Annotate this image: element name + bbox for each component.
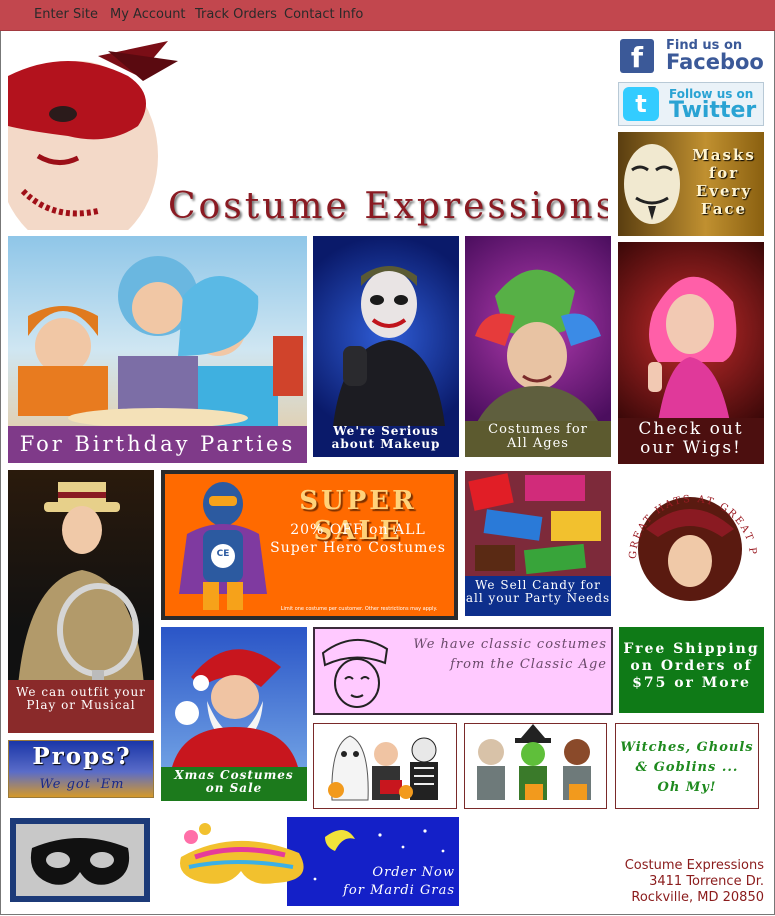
sale-badge-text: CE — [216, 549, 230, 559]
wigs-line2: our Wigs! — [640, 437, 742, 458]
props-title: Props? — [32, 743, 132, 770]
twitter-line2: Twitter — [669, 98, 757, 123]
nav-track-orders[interactable]: Track Orders — [195, 7, 277, 22]
halloween-kids-image-2 — [477, 724, 591, 800]
witches-tile[interactable]: Witches, Ghouls & Goblins ... Oh My! — [615, 723, 759, 809]
clown-woman-image — [475, 269, 601, 426]
shipping-line3: $75 or More — [632, 675, 751, 691]
masquerade-mask-icon — [30, 838, 130, 885]
address-street: 3411 Torrence Dr. — [649, 874, 764, 889]
santa-image — [171, 649, 299, 771]
props-tile[interactable]: Props? We got 'Em — [8, 740, 154, 798]
birthday-caption: For Birthday Parties — [8, 426, 307, 463]
hats-badge: GREAT HATS AT GREAT PRICES — [618, 471, 756, 601]
family-party-image — [18, 256, 303, 426]
store-address: Costume Expressions 3411 Torrence Dr. Ro… — [560, 858, 764, 906]
barbershop-actor-image — [18, 482, 144, 686]
wigs-line1: Check out — [638, 419, 744, 439]
shipping-line1: Free Shipping — [623, 641, 760, 657]
facebook-button[interactable]: f Find us on Facebook — [618, 36, 764, 76]
joker-boy-image — [333, 266, 445, 426]
classic-costumes-tile[interactable]: We have classic costumes from the Classi… — [313, 627, 613, 715]
masks-caption: Masks for Every Face — [692, 146, 756, 218]
sale-fine-print: Limit one costume per customer. Other re… — [280, 606, 438, 612]
superhero-mascot-icon — [179, 482, 267, 610]
sale-line1: 20% OFF on ALL — [290, 522, 426, 538]
makeup-line2: about Makeup — [331, 436, 441, 451]
mardi-line1: Order Now — [372, 865, 455, 880]
page: Enter Site My Account Track Orders Conta… — [0, 0, 775, 916]
nav-my-account[interactable]: My Account — [110, 7, 186, 22]
address-name: Costume Expressions — [624, 858, 764, 873]
candy-pile-image — [465, 471, 611, 579]
xmas-tile[interactable]: Xmas Costumes on Sale — [161, 627, 307, 801]
facebook-icon: f — [620, 39, 654, 74]
wigs-caption: Check out our Wigs! — [618, 418, 764, 464]
free-shipping-tile[interactable]: Free Shipping on Orders of $75 or More — [619, 627, 764, 713]
twitter-icon: t — [623, 87, 659, 121]
all-ages-tile[interactable]: Costumes for All Ages — [465, 236, 611, 457]
halloween-kids-image-1 — [328, 735, 438, 801]
great-hats-tile[interactable]: GREAT HATS AT GREAT PRICES — [618, 471, 764, 616]
candy-caption: We Sell Candy for all your Party Needs — [465, 576, 611, 616]
nav-contact-info[interactable]: Contact Info — [284, 7, 363, 22]
classic-line2: from the Classic Age — [450, 657, 607, 672]
mardi-gras-tile[interactable]: Order Now for Mardi Gras — [175, 817, 459, 906]
classic-line1: We have classic costumes — [413, 637, 607, 652]
black-mask-tile[interactable] — [10, 818, 150, 902]
play-line2: Play or Musical — [26, 698, 136, 713]
candy-tile[interactable]: We Sell Candy for all your Party Needs — [465, 471, 611, 616]
all-ages-line2: All Ages — [507, 436, 569, 452]
witches-line1: Witches, Ghouls — [620, 740, 754, 755]
shipping-line2: on Orders of — [630, 658, 753, 674]
top-nav-bar: Enter Site My Account Track Orders Conta… — [0, 0, 775, 31]
props-subtitle: We got 'Em — [39, 777, 125, 792]
super-sale-banner[interactable]: CE SUPER SALE 20% OFF on ALL Super Hero … — [161, 470, 458, 620]
makeup-line1: We're Serious — [333, 423, 439, 438]
all-ages-line1: Costumes for — [488, 422, 588, 437]
masks-tile[interactable]: Masks for Every Face — [618, 132, 764, 236]
guy-fawkes-mask-icon — [624, 144, 680, 224]
all-ages-caption: Costumes for All Ages — [465, 421, 611, 457]
nav-enter-site[interactable]: Enter Site — [34, 7, 98, 22]
xmas-caption: Xmas Costumes on Sale — [161, 767, 307, 801]
candy-line2: all your Party Needs — [465, 591, 611, 606]
halloween-kids-tile-1[interactable] — [313, 723, 457, 809]
witches-line3: Oh My! — [657, 780, 717, 795]
mardi-line2: for Mardi Gras — [343, 883, 455, 898]
makeup-caption: We're Serious about Makeup — [313, 423, 459, 451]
makeup-tile[interactable]: We're Serious about Makeup — [313, 236, 459, 457]
xmas-line2: on Sale — [205, 781, 263, 796]
header-banner[interactable]: Costume Expressions — [8, 36, 608, 230]
sale-line2: Super Hero Costumes — [270, 540, 446, 556]
play-musical-tile[interactable]: We can outfit your Play or Musical — [8, 470, 154, 733]
play-caption: We can outfit your Play or Musical — [8, 680, 154, 733]
brand-title: Costume Expressions — [168, 186, 608, 227]
witches-line2: & Goblins ... — [635, 760, 739, 775]
twitter-button[interactable]: t Follow us on Twitter — [618, 82, 764, 126]
address-city: Rockville, MD 20850 — [631, 890, 764, 905]
birthday-parties-tile[interactable]: For Birthday Parties — [8, 236, 307, 463]
halloween-kids-tile-2[interactable] — [464, 723, 607, 809]
wigs-tile[interactable]: Check out our Wigs! — [618, 242, 764, 464]
classic-lady-sketch — [321, 638, 389, 708]
facebook-line2: Facebook — [666, 50, 764, 74]
pink-wig-girl-image — [648, 276, 737, 422]
